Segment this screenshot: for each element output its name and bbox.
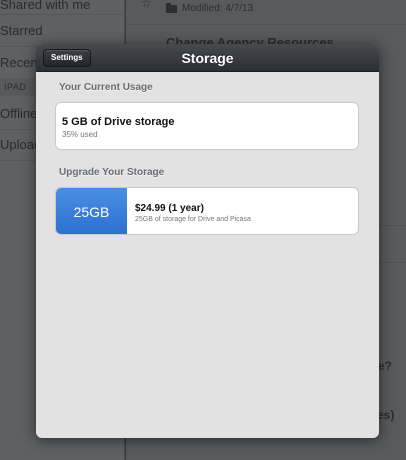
- modified-date: Modified: 4/7/13: [166, 2, 254, 14]
- star-icon: ☆: [141, 0, 152, 10]
- plan-description: 25GB of storage for Drive and Picasa: [135, 216, 251, 223]
- sidebar-divider: [0, 14, 125, 15]
- dialog-navbar: Settings Storage: [36, 44, 379, 72]
- file-title-fragment: es): [377, 408, 395, 422]
- sidebar-item-shared: Shared with me: [0, 0, 91, 12]
- modified-label: Modified: 4/7/13: [182, 3, 254, 14]
- dialog-title: Storage: [181, 50, 234, 66]
- storage-used-percent: 35% used: [62, 130, 98, 139]
- plan-size-badge: 25GB: [56, 188, 127, 234]
- plan-price: $24.99 (1 year): [135, 203, 204, 214]
- sidebar-item-starred: Starred: [0, 23, 43, 38]
- upgrade-heading: Upgrade Your Storage: [59, 167, 165, 178]
- row-divider: [126, 24, 406, 25]
- current-usage-card: 5 GB of Drive storage 35% used: [55, 102, 359, 150]
- storage-dialog: Settings Storage Your Current Usage 5 GB…: [36, 44, 379, 438]
- file-title-fragment: e?: [378, 359, 393, 373]
- current-usage-heading: Your Current Usage: [59, 82, 153, 93]
- storage-amount: 5 GB of Drive storage: [62, 116, 175, 128]
- folder-icon: [166, 2, 177, 13]
- upgrade-plan-25gb[interactable]: 25GB $24.99 (1 year) 25GB of storage for…: [55, 187, 359, 235]
